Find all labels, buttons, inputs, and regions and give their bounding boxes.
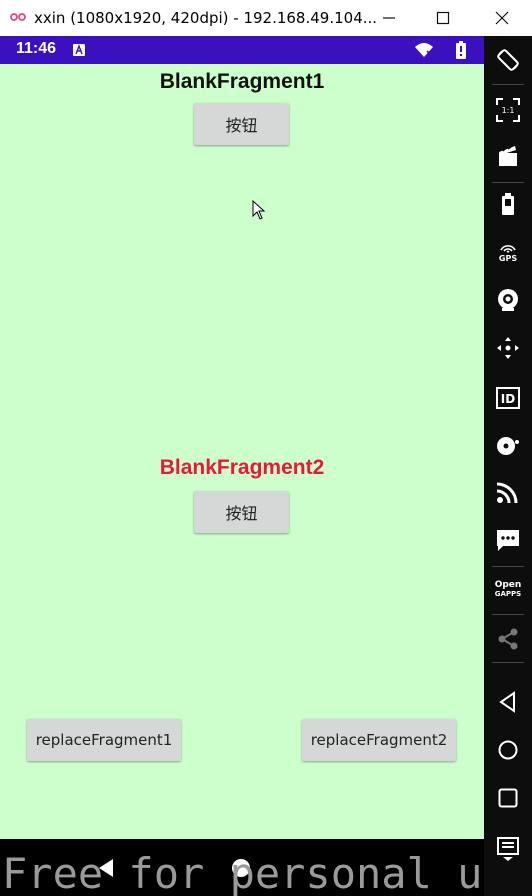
fragment1-button[interactable]: 按钮 <box>194 103 289 145</box>
minimize-button[interactable] <box>375 6 403 30</box>
toolbar-separator <box>492 84 524 85</box>
window-titlebar: xxin (1080x1920, 420dpi) - 192.168.49.10… <box>0 0 532 36</box>
close-icon <box>495 11 509 25</box>
rotate-icon <box>497 49 519 71</box>
disk-button[interactable] <box>484 424 532 468</box>
watermark-text: Free for personal use <box>2 849 484 896</box>
pixel-perfect-label: 1:1 <box>502 106 515 115</box>
network-button[interactable] <box>484 470 532 514</box>
device-screen: 11:46 BlankFragment1 按钮 BlankFragment2 按… <box>0 36 484 839</box>
navigation-bar: Free for personal use <box>0 839 484 896</box>
mouse-cursor-icon <box>252 200 266 220</box>
maximize-icon <box>436 11 450 25</box>
screen-record-button[interactable] <box>484 134 532 178</box>
move-button[interactable] <box>484 326 532 370</box>
replace-fragment2-button[interactable]: replaceFragment2 <box>302 719 456 761</box>
battery-icon <box>502 193 514 215</box>
opengapps-icon: Open GAPPS <box>495 581 522 599</box>
notification-a-icon <box>73 44 85 56</box>
toolbar-separator <box>492 566 524 567</box>
opengapps-label-bottom: GAPPS <box>494 590 522 598</box>
toolbar-separator <box>492 614 524 615</box>
gps-label: GPS <box>498 253 518 263</box>
pixel-perfect-icon: 1:1 <box>496 98 520 122</box>
battery-icon <box>456 41 466 59</box>
minimize-icon <box>383 17 395 19</box>
camera-button[interactable] <box>484 278 532 322</box>
fragment1-title: BlankFragment1 <box>159 70 325 93</box>
back-button[interactable] <box>484 680 532 724</box>
disk-icon <box>497 437 519 455</box>
device-id-button[interactable]: ID <box>484 376 532 420</box>
sms-button[interactable] <box>484 518 532 562</box>
screen-record-icon <box>499 146 517 166</box>
back-icon <box>499 691 515 713</box>
move-icon <box>497 337 519 359</box>
fragment2-title: BlankFragment2 <box>159 456 325 479</box>
status-time: 11:46 <box>16 40 57 57</box>
fragment2-button[interactable]: 按钮 <box>194 491 289 533</box>
maximize-button[interactable] <box>429 6 457 30</box>
home-icon <box>498 740 518 760</box>
emulator-toolbar: 1:1 GPS ID Open GAPPS <box>484 36 532 896</box>
close-button[interactable] <box>488 6 516 30</box>
wifi-icon <box>415 43 433 57</box>
network-icon <box>496 482 518 504</box>
opengapps-label-top: Open <box>494 580 522 590</box>
recents-button[interactable] <box>484 776 532 820</box>
sms-icon <box>497 530 519 551</box>
replace-fragment1-button[interactable]: replaceFragment1 <box>27 719 181 761</box>
genymotion-logo-icon <box>10 13 26 21</box>
battery-button[interactable] <box>484 182 532 226</box>
id-icon: ID <box>496 387 520 409</box>
gps-icon: GPS <box>498 242 518 263</box>
status-bar: 11:46 <box>0 36 484 64</box>
id-label: ID <box>501 392 515 406</box>
gps-button[interactable]: GPS <box>484 230 532 274</box>
share-button[interactable] <box>484 617 532 661</box>
recents-icon <box>498 788 518 808</box>
menu-button[interactable] <box>484 826 532 870</box>
menu-icon <box>497 837 519 861</box>
opengapps-button[interactable]: Open GAPPS <box>484 568 532 612</box>
pixel-perfect-button[interactable]: 1:1 <box>484 88 532 132</box>
toolbar-separator <box>492 662 524 663</box>
rotate-button[interactable] <box>484 38 532 82</box>
window-title: xxin (1080x1920, 420dpi) - 192.168.49.10… <box>34 9 378 27</box>
share-icon <box>498 628 518 650</box>
home-button[interactable] <box>484 728 532 772</box>
camera-icon <box>498 289 518 311</box>
